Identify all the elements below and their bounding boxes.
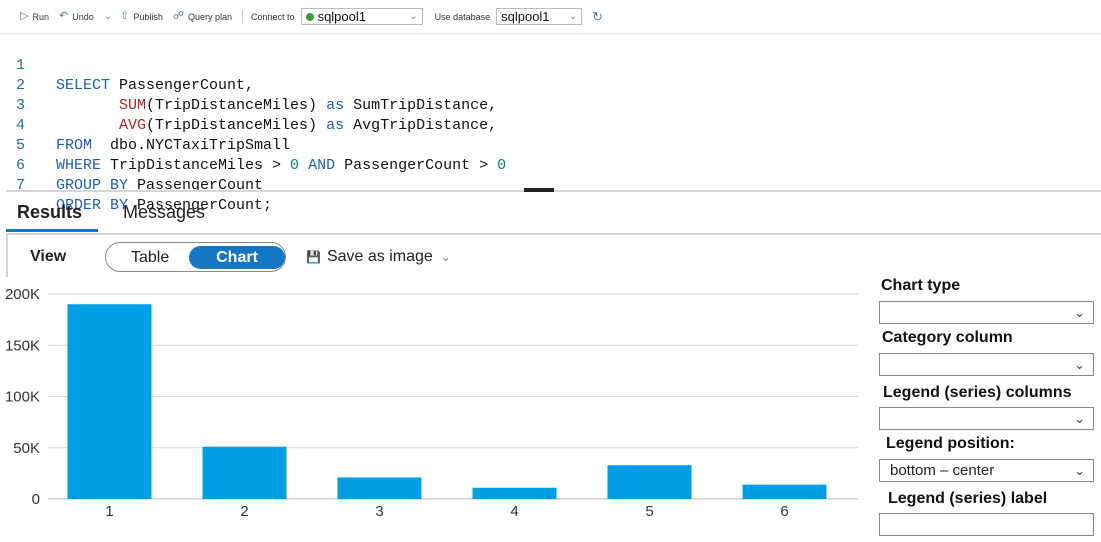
code-line: 1 SELECT PassengerCount,	[0, 36, 254, 94]
line-number: 7	[16, 177, 26, 194]
legend-position-value: bottom – center	[890, 462, 995, 479]
connect-to-value: sqlpool1	[317, 9, 366, 24]
legend-position-select[interactable]: bottom – center ⌄	[879, 459, 1094, 482]
undo-icon: ↶	[58, 10, 69, 22]
legend-series-label-label: Legend (series) label	[888, 490, 1048, 507]
code-line: 2 SUM(TripDistanceMiles) as SumTripDista…	[0, 56, 497, 114]
legend-position-label: Legend position:	[886, 435, 1015, 452]
code-line: 6 GROUP BY PassengerCount	[0, 136, 263, 194]
bar-chart: 0 50K 100K 150K 200K 1 2 3 4 5 6	[5, 286, 858, 520]
x-tick-label: 3	[375, 503, 383, 520]
bar	[67, 304, 152, 499]
bar	[472, 487, 557, 499]
chevron-down-icon: ⌄	[1074, 411, 1085, 426]
code-text: GROUP BY PassengerCount	[56, 177, 264, 194]
undo-label: Undo	[72, 11, 94, 22]
legend-series-columns-label: Legend (series) columns	[883, 384, 1072, 401]
sql-editor[interactable]: 1 SELECT PassengerCount, 2 SUM(TripDista…	[0, 34, 1101, 214]
query-plan-label: Query plan	[188, 11, 233, 22]
y-tick-label: 0	[32, 491, 40, 508]
toolbar-divider	[242, 9, 244, 24]
y-tick-label: 150K	[5, 337, 40, 354]
tab-results[interactable]: Results	[17, 202, 82, 223]
connect-to-select[interactable]: sqlpool1 ⌄	[300, 8, 423, 25]
save-as-image-button[interactable]: 💾 Save as image ⌄	[306, 248, 451, 266]
run-label: Run	[32, 11, 49, 22]
run-button[interactable]: ▷ Run	[20, 11, 49, 22]
undo-dropdown-chevron-icon[interactable]: ⌄	[104, 11, 112, 22]
legend-series-columns-select[interactable]: ⌄	[879, 407, 1094, 430]
chart-view-option[interactable]: Chart	[189, 246, 285, 269]
chevron-down-icon: ⌄	[1074, 463, 1085, 478]
publish-label: Publish	[133, 11, 163, 22]
code-text: FROM dbo.NYCTaxiTripSmall	[56, 137, 291, 154]
table-view-option[interactable]: Table	[131, 249, 169, 267]
code-text: AVG(TripDistanceMiles) as AvgTripDistanc…	[119, 117, 498, 134]
code-line: 3 AVG(TripDistanceMiles) as AvgTripDista…	[0, 76, 497, 134]
connected-status-icon	[305, 12, 314, 21]
code-line: 5 WHERE TripDistanceMiles > 0 AND Passen…	[0, 116, 506, 174]
use-database-select[interactable]: sqlpool1 ⌄	[496, 8, 583, 25]
view-bar: View Table Chart 💾 Save as image ⌄	[6, 233, 1101, 277]
refresh-icon[interactable]: ↻	[592, 10, 603, 23]
x-tick-label: 2	[240, 503, 248, 520]
bar	[337, 477, 422, 499]
code-line: 7 ORDER BY PassengerCount;	[0, 156, 272, 214]
tab-messages[interactable]: Messages	[123, 202, 205, 223]
code-line: 4 FROM dbo.NYCTaxiTripSmall	[0, 96, 290, 154]
category-column-label: Category column	[882, 329, 1013, 346]
x-tick-label: 5	[645, 503, 653, 520]
y-tick-label: 50K	[13, 440, 40, 457]
connect-to-label: Connect to	[251, 11, 295, 22]
y-tick-label: 200K	[5, 286, 40, 303]
editor-toolbar: ▷ Run ↶ Undo ⌄ ⇧ Publish ☍ Query plan Co…	[0, 0, 1101, 34]
x-tick-label: 1	[105, 503, 113, 520]
query-plan-icon: ☍	[172, 10, 184, 22]
use-database-label: Use database	[434, 11, 491, 22]
x-tick-label: 4	[510, 503, 518, 520]
x-tick-label: 6	[780, 503, 788, 520]
publish-button[interactable]: ⇧ Publish	[120, 11, 163, 22]
publish-icon: ⇧	[120, 10, 130, 22]
y-tick-label: 100K	[5, 389, 40, 406]
chevron-down-icon: ⌄	[1074, 357, 1085, 372]
query-plan-button[interactable]: ☍ Query plan	[173, 11, 232, 22]
legend-series-label-input[interactable]	[879, 513, 1094, 536]
splitter-grip[interactable]	[524, 188, 554, 192]
chart-type-label: Chart type	[881, 277, 961, 294]
view-toggle: Table Chart	[105, 242, 286, 272]
active-tab-indicator	[6, 229, 98, 232]
code-text: WHERE TripDistanceMiles > 0 AND Passenge…	[56, 157, 507, 174]
code-text: SELECT PassengerCount,	[56, 77, 255, 94]
code-text: SUM(TripDistanceMiles) as SumTripDistanc…	[119, 97, 498, 114]
chevron-down-icon: ⌄	[568, 11, 578, 22]
category-column-select[interactable]: ⌄	[879, 353, 1094, 376]
chevron-down-icon: ⌄	[409, 11, 418, 22]
chevron-down-icon: ⌄	[440, 250, 451, 264]
chart-type-select[interactable]: ⌄	[879, 301, 1094, 324]
bar	[742, 484, 827, 499]
play-icon: ▷	[20, 10, 29, 22]
bar	[202, 446, 287, 499]
database-value: sqlpool1	[501, 9, 550, 24]
save-image-icon: 💾	[306, 250, 321, 264]
undo-button[interactable]: ↶ Undo	[59, 11, 94, 22]
bar	[607, 465, 692, 499]
view-label: View	[30, 248, 67, 265]
chevron-down-icon: ⌄	[1074, 305, 1085, 320]
save-as-image-label: Save as image	[326, 248, 433, 265]
